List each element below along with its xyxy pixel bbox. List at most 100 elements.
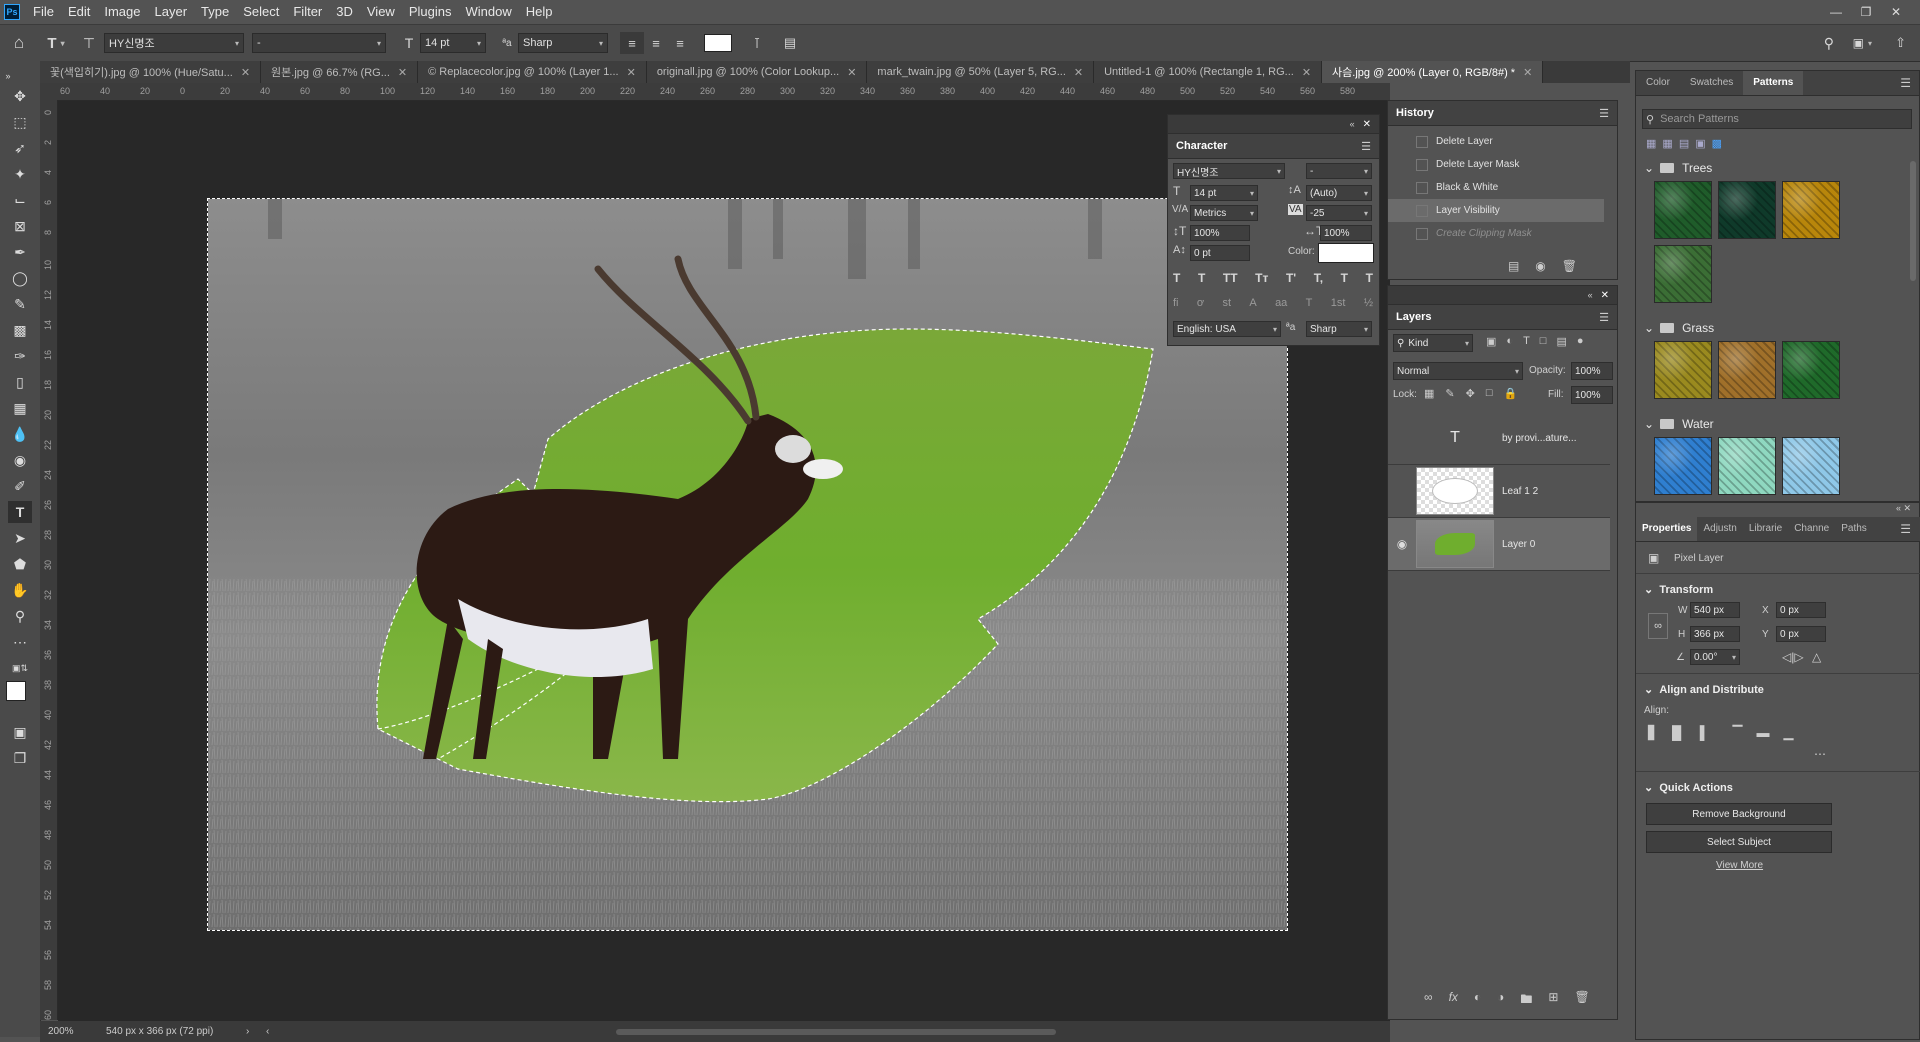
layers-title[interactable]: Layers — [1396, 311, 1431, 323]
filter-pixel-icon[interactable]: ▣ — [1486, 335, 1496, 348]
text-color-swatch[interactable] — [704, 34, 732, 52]
minimize-icon[interactable]: — — [1822, 0, 1850, 24]
pattern-group-trees[interactable]: ⌄ Trees — [1644, 161, 1712, 175]
layers-close-icon[interactable]: ✕ — [1601, 290, 1609, 301]
patterns-scrollbar[interactable] — [1910, 161, 1916, 281]
blend-mode-select[interactable]: Normal ▾ — [1393, 362, 1523, 380]
char-tracking[interactable]: -25 ▾ — [1306, 205, 1372, 221]
properties-tab[interactable]: Librarie — [1743, 517, 1788, 541]
height-field[interactable]: 366 px — [1690, 626, 1740, 642]
char-opentype-button[interactable]: ½ — [1364, 297, 1373, 309]
properties-tab[interactable]: Adjustn — [1697, 517, 1742, 541]
font-family-select[interactable]: HY신명조 ▾ — [104, 33, 244, 53]
align-h-centers-icon[interactable]: █ — [1672, 725, 1681, 741]
char-opentype-button[interactable]: fi — [1173, 297, 1179, 309]
history-title[interactable]: History — [1396, 107, 1434, 119]
transform-section[interactable]: ⌄ Transform — [1644, 583, 1713, 596]
dodge-tool-icon[interactable]: ◉ — [8, 449, 32, 471]
char-style-button[interactable]: T — [1198, 271, 1205, 285]
pattern-swatch[interactable] — [1782, 437, 1840, 495]
pattern-swatch[interactable] — [1718, 341, 1776, 399]
history-item[interactable]: Create Clipping Mask — [1388, 222, 1604, 245]
lock-all-icon[interactable]: 🔒 — [1504, 387, 1518, 400]
zoom-tool-icon[interactable]: ⚲ — [8, 605, 32, 627]
char-style-button[interactable]: T, — [1314, 271, 1323, 285]
close-tab-icon[interactable]: ✕ — [847, 66, 856, 79]
default-colors-icon[interactable]: ▣⇅ — [8, 657, 32, 679]
align-top-edges-icon[interactable]: ▔ — [1732, 725, 1742, 741]
lock-transparent-icon[interactable]: ▦ — [1424, 387, 1434, 400]
adjustment-layer-icon[interactable]: ◑ — [1497, 990, 1504, 1011]
angle-field[interactable]: 0.00° ▾ — [1690, 649, 1740, 665]
link-dimensions-icon[interactable]: ∞ — [1648, 613, 1668, 639]
menu-select[interactable]: Select — [236, 0, 286, 24]
restore-icon[interactable]: ❐ — [1852, 0, 1880, 24]
font-style-select[interactable]: - ▾ — [252, 33, 386, 53]
add-mask-icon[interactable]: ◐ — [1474, 990, 1481, 1011]
layer-name[interactable]: by provi...ature... — [1502, 433, 1576, 444]
workspace-icon[interactable]: ▣ ▾ — [1853, 36, 1872, 50]
collapse-icon[interactable]: « — [1350, 119, 1355, 129]
remove-background-button[interactable]: Remove Background — [1646, 803, 1832, 825]
eraser-tool-icon[interactable]: ▯ — [8, 371, 32, 393]
more-tools-icon[interactable]: ⋯ — [8, 631, 32, 653]
history-item[interactable]: Delete Layer — [1388, 130, 1604, 153]
quick-actions-section[interactable]: ⌄ Quick Actions — [1644, 781, 1733, 794]
align-left-icon[interactable]: ≡ — [620, 32, 644, 54]
panel-menu-icon[interactable]: ☰ — [1361, 140, 1371, 153]
move-tool-icon[interactable]: ✥ — [8, 85, 32, 107]
share-icon[interactable]: ⇧ — [1895, 35, 1906, 51]
char-kerning[interactable]: Metrics ▾ — [1190, 205, 1258, 221]
menu-file[interactable]: File — [26, 0, 61, 24]
search-icon[interactable]: ⚲ — [1824, 35, 1834, 52]
char-font-style[interactable]: - ▾ — [1306, 163, 1372, 179]
close-tab-icon[interactable]: ✕ — [627, 66, 636, 79]
filter-shape-icon[interactable]: □ — [1540, 335, 1547, 348]
properties-menu-icon[interactable]: ☰ — [1900, 522, 1911, 536]
align-left-edges-icon[interactable]: ▋ — [1648, 725, 1658, 741]
menu-type[interactable]: Type — [194, 0, 236, 24]
layer-row[interactable]: Tby provi...ature... — [1388, 412, 1610, 465]
character-title[interactable]: Character — [1176, 140, 1227, 152]
font-size-select[interactable]: 14 pt ▾ — [420, 33, 486, 53]
clone-stamp-tool-icon[interactable]: ▩ — [8, 319, 32, 341]
pattern-group-grass[interactable]: ⌄ Grass — [1644, 321, 1714, 335]
patterns-menu-icon[interactable]: ☰ — [1900, 76, 1911, 90]
char-color-swatch[interactable] — [1318, 243, 1374, 263]
char-style-button[interactable]: Tт — [1255, 271, 1268, 285]
filter-toggle-icon[interactable]: ● — [1577, 335, 1584, 348]
properties-tab[interactable]: Channe — [1788, 517, 1835, 541]
x-field[interactable]: 0 px — [1776, 602, 1826, 618]
menu-window[interactable]: Window — [458, 0, 518, 24]
panel-close-icon[interactable]: ✕ — [1363, 119, 1371, 130]
char-opentype-button[interactable]: aa — [1275, 297, 1287, 309]
menu-edit[interactable]: Edit — [61, 0, 97, 24]
char-size[interactable]: 14 pt ▾ — [1190, 185, 1258, 201]
pattern-swatch[interactable] — [1718, 181, 1776, 239]
layer-filter-kind[interactable]: ⚲ Kind ▾ — [1393, 334, 1473, 352]
char-vscale[interactable]: 100% — [1190, 225, 1250, 241]
quick-mask-icon[interactable]: ▣ — [8, 721, 32, 743]
character-panel-toggle-icon[interactable]: ▤ — [770, 35, 810, 51]
flip-vertical-icon[interactable]: △ — [1812, 650, 1821, 664]
fill-field[interactable]: 100% — [1571, 386, 1613, 404]
document-tab[interactable]: mark_twain.jpg @ 50% (Layer 5, RG... ✕ — [867, 61, 1095, 83]
snapshot-icon[interactable]: ◉ — [1535, 259, 1545, 273]
type-tool-icon[interactable]: T — [8, 501, 32, 523]
close-icon[interactable]: ✕ — [1882, 0, 1910, 24]
crop-tool-icon[interactable]: ⌙ — [8, 189, 32, 211]
panel-tab-swatches[interactable]: Swatches — [1680, 71, 1743, 95]
view-large-icon[interactable]: ▣ — [1695, 137, 1705, 150]
close-tab-icon[interactable]: ✕ — [1302, 66, 1311, 79]
document-tab[interactable]: 사슴.jpg @ 200% (Layer 0, RGB/8#) * ✕ — [1322, 61, 1544, 83]
menu-layer[interactable]: Layer — [148, 0, 195, 24]
eyedropper-tool-icon[interactable]: ✒ — [8, 241, 32, 263]
gradient-tool-icon[interactable]: ▦ — [8, 397, 32, 419]
pattern-swatch[interactable] — [1654, 437, 1712, 495]
pen-tool-icon[interactable]: ✐ — [8, 475, 32, 497]
view-blue-icon[interactable]: ▩ — [1712, 137, 1722, 150]
char-font-family[interactable]: HY신명조 ▾ — [1173, 163, 1285, 179]
layers-menu-icon[interactable]: ☰ — [1599, 311, 1609, 324]
antialias-select[interactable]: Sharp ▾ — [518, 33, 608, 53]
document-image[interactable] — [207, 198, 1288, 931]
